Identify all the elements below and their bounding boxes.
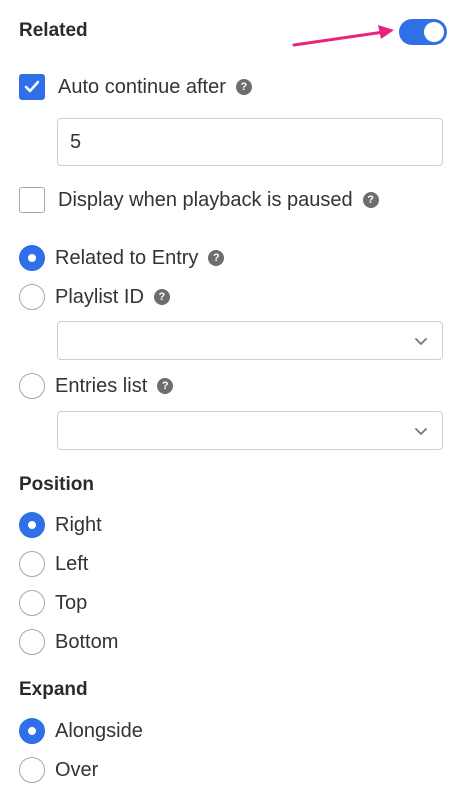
- radio-playlist-id[interactable]: [19, 284, 45, 310]
- display-paused-label: Display when playback is paused: [58, 188, 353, 211]
- position-option-label: Left: [55, 552, 89, 575]
- expand-option-label: Over: [55, 758, 99, 781]
- source-option-related-to-entry[interactable]: Related to Entry ?: [19, 245, 225, 271]
- position-option-bottom[interactable]: Bottom: [19, 629, 118, 655]
- question-circle-icon[interactable]: ?: [362, 192, 379, 208]
- chevron-down-icon: [415, 338, 427, 345]
- position-option-label: Right: [55, 513, 102, 536]
- radio-position-right[interactable]: [19, 512, 45, 538]
- auto-continue-seconds-input[interactable]: [57, 118, 443, 166]
- position-option-label: Top: [55, 591, 88, 614]
- question-circle-icon[interactable]: ?: [235, 79, 252, 95]
- radio-expand-alongside[interactable]: [19, 718, 45, 744]
- auto-continue-label: Auto continue after: [58, 75, 226, 98]
- question-circle-icon[interactable]: ?: [153, 289, 170, 305]
- annotation-arrow-icon: [292, 25, 394, 47]
- source-option-entries-list[interactable]: Entries list ?: [19, 373, 174, 399]
- related-toggle[interactable]: [399, 19, 447, 45]
- radio-position-left[interactable]: [19, 551, 45, 577]
- entries-list-select[interactable]: [57, 411, 443, 450]
- radio-position-top[interactable]: [19, 590, 45, 616]
- position-option-right[interactable]: Right: [19, 512, 102, 538]
- toggle-knob: [424, 22, 444, 42]
- position-option-top[interactable]: Top: [19, 590, 87, 616]
- source-option-label: Playlist ID: [55, 285, 144, 308]
- related-section-title: Related: [19, 20, 88, 41]
- source-option-label: Entries list: [55, 374, 148, 397]
- auto-continue-checkbox[interactable]: [19, 74, 45, 100]
- position-section-title: Position: [19, 474, 94, 495]
- radio-expand-over[interactable]: [19, 757, 45, 783]
- radio-position-bottom[interactable]: [19, 629, 45, 655]
- display-paused-row: Display when playback is paused ?: [19, 187, 379, 213]
- playlist-id-select[interactable]: [57, 321, 443, 360]
- chevron-down-icon: [415, 428, 427, 435]
- expand-section-title: Expand: [19, 679, 88, 700]
- radio-related-to-entry[interactable]: [19, 245, 45, 271]
- expand-option-alongside[interactable]: Alongside: [19, 718, 143, 744]
- checkmark-icon: [24, 80, 40, 93]
- question-circle-icon[interactable]: ?: [208, 250, 225, 266]
- expand-option-over[interactable]: Over: [19, 757, 98, 783]
- radio-entries-list[interactable]: [19, 373, 45, 399]
- auto-continue-row: Auto continue after ?: [19, 74, 252, 100]
- source-option-label: Related to Entry: [55, 246, 199, 269]
- position-option-label: Bottom: [55, 630, 119, 653]
- expand-option-label: Alongside: [55, 719, 143, 742]
- position-option-left[interactable]: Left: [19, 551, 88, 577]
- question-circle-icon[interactable]: ?: [157, 378, 174, 394]
- source-option-playlist-id[interactable]: Playlist ID ?: [19, 284, 170, 310]
- display-paused-checkbox[interactable]: [19, 187, 45, 213]
